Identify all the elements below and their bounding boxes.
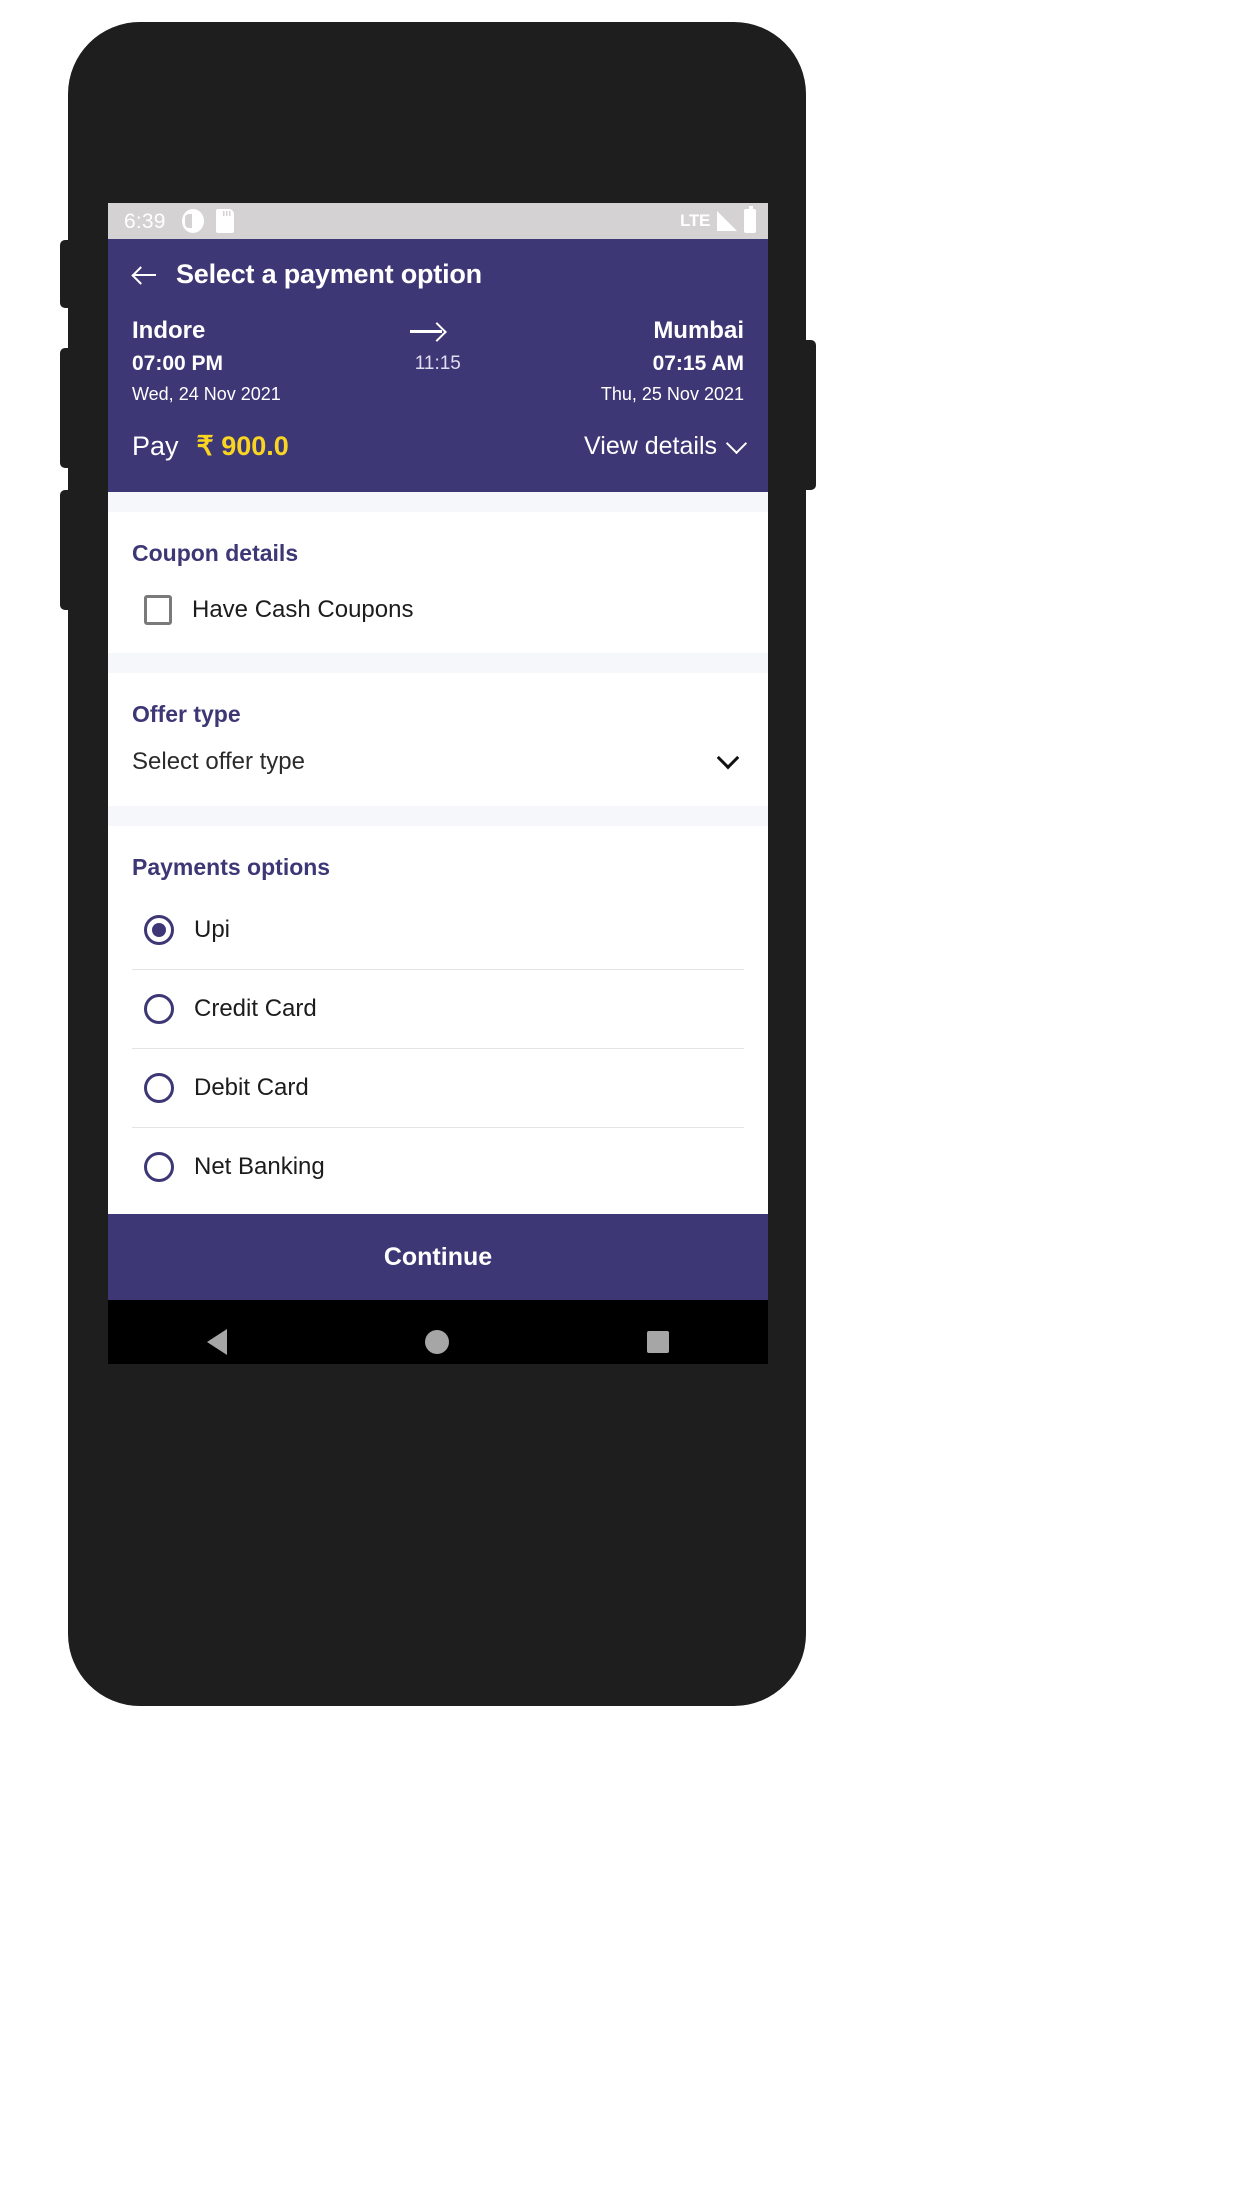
pay-label: Pay [132,431,179,461]
page-title: Select a payment option [176,259,482,289]
payment-option-label: Debit Card [194,1074,309,1101]
payment-option-upi[interactable]: Upi [132,891,744,970]
section-gap [108,492,768,512]
chevron-down-icon [716,746,740,770]
have-cash-coupons-row[interactable]: Have Cash Coupons [132,577,744,653]
departure-time: 07:00 PM [132,352,224,375]
chevron-down-icon [725,432,748,454]
arrow-right-icon [406,316,452,346]
network-type-label: LTE [680,211,710,230]
have-cash-coupons-label: Have Cash Coupons [192,596,414,623]
status-bar-right-icons: LTE [680,206,756,233]
arrival-time: 07:15 AM [652,352,744,375]
phone-screen: 6:39 LTE Select a payment option Indore [108,203,768,1364]
battery-icon [744,206,756,233]
sd-card-icon [215,209,234,233]
arrow-left-icon[interactable] [132,262,158,288]
section-gap [108,806,768,826]
payment-option-label: Credit Card [194,995,317,1022]
have-cash-coupons-checkbox[interactable] [144,595,172,625]
payment-options-card: Payments options Upi Credit Card Debit C… [108,826,768,1214]
circle-home-icon[interactable] [425,1330,449,1354]
offer-type-selected-value: Select offer type [132,748,305,775]
section-gap [108,653,768,673]
android-navigation-bar [108,1300,768,1364]
pay-amount: ₹ 900.0 [196,431,289,461]
phone-power-button[interactable] [800,340,816,490]
phone-volume-down-button[interactable] [60,490,74,610]
payment-option-debit-card[interactable]: Debit Card [132,1049,744,1128]
journey-summary: Indore Mumbai 07:00 PM 11:15 07:15 AM We… [108,316,768,431]
signal-icon [717,211,737,231]
phone-button-left-top[interactable] [60,240,74,308]
journey-dates-row: Wed, 24 Nov 2021 Thu, 25 Nov 2021 [132,384,744,431]
journey-times-row: 07:00 PM 11:15 07:15 AM [132,352,744,384]
screenshot-root: 6:39 LTE Select a payment option Indore [0,0,1242,2208]
continue-button[interactable]: Continue [108,1214,768,1300]
journey-duration: 11:15 [414,353,461,374]
arrival-date: Thu, 25 Nov 2021 [600,384,744,404]
payment-option-net-banking[interactable]: Net Banking [132,1128,744,1212]
radio-button-net-banking[interactable] [144,1152,174,1182]
main-content: Coupon details Have Cash Coupons Offer t… [108,492,768,1214]
pay-amount-group: Pay ₹ 900.0 [132,431,289,462]
radio-button-credit-card[interactable] [144,994,174,1024]
departure-date: Wed, 24 Nov 2021 [132,384,281,404]
square-recents-icon[interactable] [647,1331,669,1353]
journey-cities-row: Indore Mumbai [132,316,744,352]
payments-options-title: Payments options [132,854,331,880]
phone-volume-up-button[interactable] [60,348,74,468]
offer-type-dropdown[interactable]: Select offer type [132,738,744,806]
pay-summary-row: Pay ₹ 900.0 View details [108,431,768,492]
radio-button-upi[interactable] [144,915,174,945]
offer-type-title: Offer type [132,701,241,727]
status-bar: 6:39 LTE [108,203,768,239]
payment-options-list: Upi Credit Card Debit Card Net Banking [132,891,744,1214]
app-bar: Select a payment option [108,239,768,316]
offer-type-card: Offer type Select offer type [108,673,768,806]
payment-option-label: Upi [194,916,231,943]
status-bar-clock: 6:39 [124,209,166,233]
payment-option-label: Net Banking [194,1153,325,1180]
radio-button-debit-card[interactable] [144,1073,174,1103]
coupon-details-card: Coupon details Have Cash Coupons [108,512,768,653]
do-not-disturb-icon [181,209,204,233]
destination-city: Mumbai [653,317,744,344]
triangle-back-icon[interactable] [207,1329,227,1355]
payment-option-credit-card[interactable]: Credit Card [132,970,744,1049]
origin-city: Indore [132,317,206,344]
view-details-button[interactable]: View details [584,432,748,461]
continue-button-label: Continue [383,1242,493,1271]
coupon-details-title: Coupon details [132,540,299,566]
app-bar-row: Select a payment option [132,259,744,316]
status-bar-left-icons [181,209,234,233]
view-details-label: View details [584,432,717,460]
